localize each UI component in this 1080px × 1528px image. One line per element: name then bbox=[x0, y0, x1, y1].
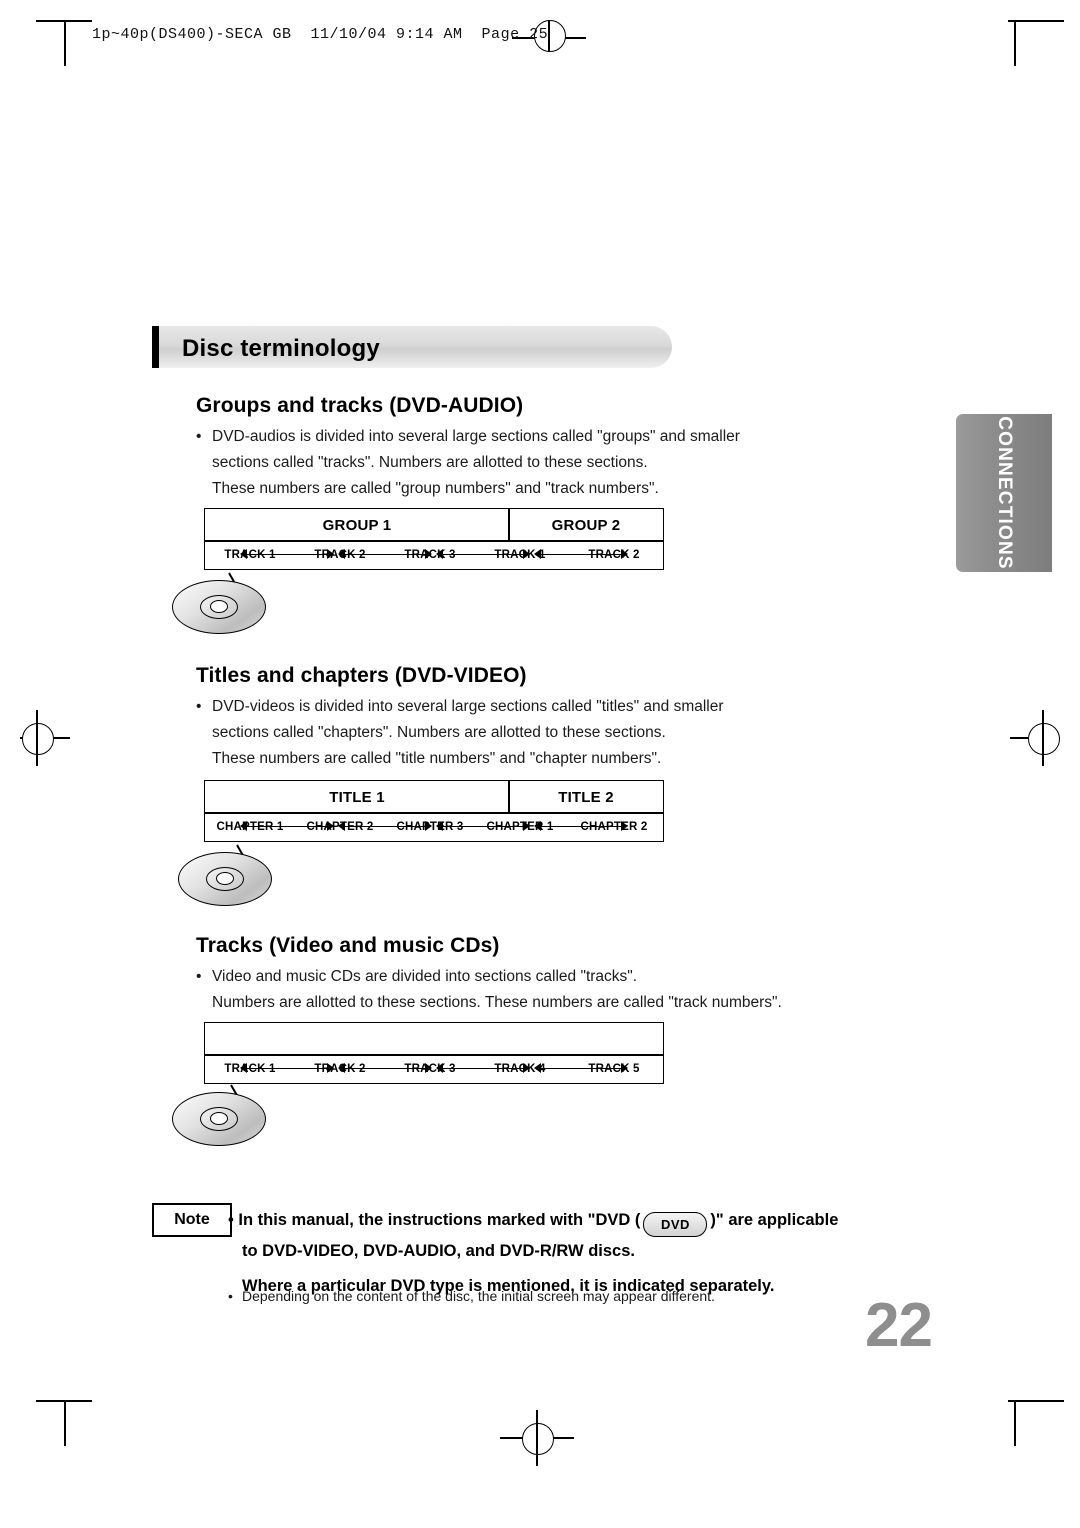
note-line-1-part-a: In this manual, the instructions marked … bbox=[238, 1211, 641, 1229]
dvd-pill-badge: DVD bbox=[643, 1212, 708, 1237]
note-subnote: • Depending on the content of the disc, … bbox=[228, 1288, 948, 1304]
document-page: 1p~40p(DS400)-SECA GB 11/10/04 9:14 AM P… bbox=[0, 0, 1080, 1528]
note-line-1-part-b: )" are applicable bbox=[710, 1211, 839, 1229]
note-bullet-icon: • bbox=[228, 1211, 234, 1229]
note-line-1: • In this manual, the instructions marke… bbox=[228, 1206, 928, 1237]
note-line-2: to DVD-VIDEO, DVD-AUDIO, and DVD-R/RW di… bbox=[242, 1237, 928, 1266]
page-number: 22 bbox=[865, 1291, 933, 1360]
note-label: Note bbox=[152, 1203, 232, 1237]
note-line-2-text: to DVD-VIDEO, DVD-AUDIO, and DVD-R/RW di… bbox=[242, 1242, 635, 1260]
note-subnote-text: Depending on the content of the disc, th… bbox=[242, 1288, 715, 1304]
note-text: • In this manual, the instructions marke… bbox=[228, 1206, 928, 1301]
bullet-icon: • bbox=[228, 1288, 233, 1304]
